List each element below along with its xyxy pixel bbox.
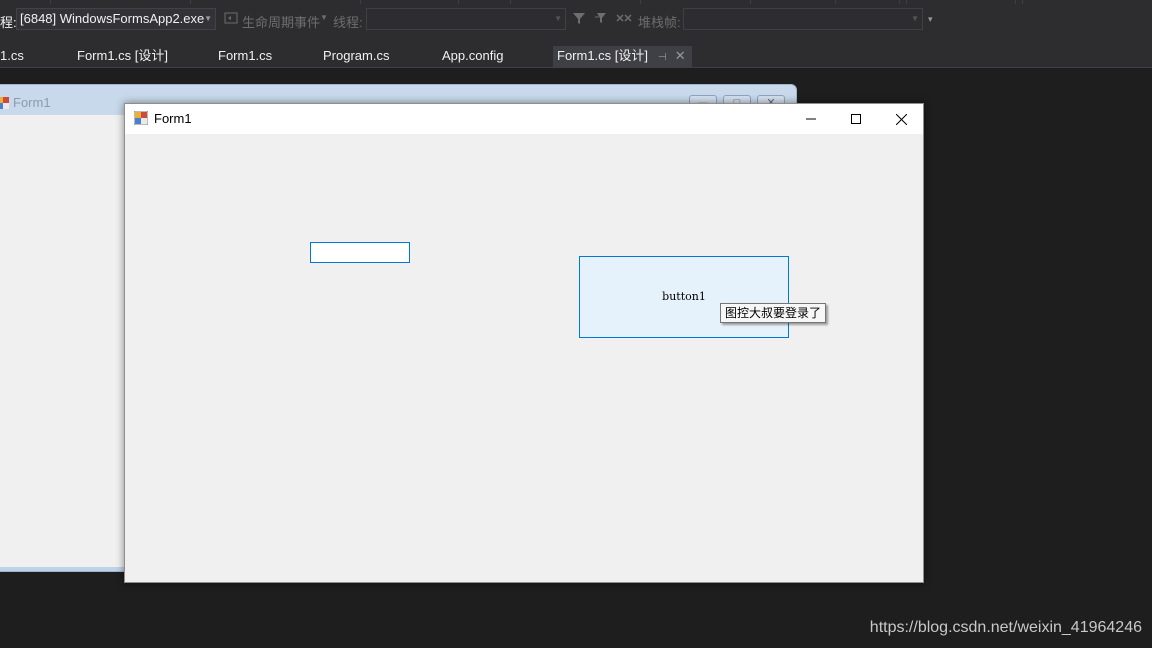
dropdown-arrow-icon: ▼ (204, 14, 212, 23)
minimize-icon (806, 118, 816, 120)
tab-label: 1.cs (0, 48, 24, 63)
close-button[interactable] (878, 104, 924, 134)
process-label: 程: (0, 15, 17, 30)
app-icon (133, 110, 149, 126)
tab-label: Form1.cs [设计] (557, 48, 649, 63)
tab-app-config[interactable]: App.config (442, 46, 503, 68)
watermark: https://blog.csdn.net/weixin_41964246 (869, 619, 1142, 636)
maximize-icon (851, 114, 861, 124)
tab-label: Form1.cs [设计] (77, 48, 169, 63)
form1-titlebar[interactable]: Form1 (125, 104, 923, 134)
thread-label: 线程: (333, 15, 363, 30)
tab-label: Program.cs (323, 48, 390, 63)
tab-program-cs[interactable]: Program.cs (323, 46, 389, 68)
maximize-button[interactable] (833, 104, 879, 134)
stackframe-label: 堆栈帧: (638, 15, 681, 30)
text-input[interactable] (310, 242, 410, 263)
stackframe-dropdown[interactable]: ▼ (683, 8, 923, 30)
tab-form1-designer-active[interactable]: Form1.cs [设计] ⊣ ✕ (553, 46, 692, 68)
tab-form1-cs[interactable]: Form1.cs (218, 46, 272, 68)
thread-dropdown[interactable]: ▼ (366, 8, 566, 30)
lifecycle-icon (224, 11, 238, 28)
toolbar-top-strip (0, 0, 1152, 4)
tab-form1-cs-partial[interactable]: 1.cs (0, 46, 24, 68)
tab-label: App.config (442, 48, 504, 63)
dropdown-arrow-icon: ▼ (320, 13, 328, 22)
button-tooltip: 图控大叔要登录了 (720, 303, 827, 323)
threads-icon[interactable] (616, 11, 632, 28)
process-value: [6848] WindowsFormsApp2.exe (20, 11, 205, 26)
toolbar-overflow-icon[interactable]: ▾ (928, 14, 933, 25)
process-dropdown[interactable]: [6848] WindowsFormsApp2.exe ▼ (16, 8, 216, 30)
app-icon (0, 96, 9, 109)
dropdown-arrow-icon: ▼ (554, 14, 562, 23)
pin-icon[interactable]: ⊣ (658, 52, 667, 63)
document-tab-strip: 1.cs Form1.cs [设计] Form1.cs Program.cs A… (0, 40, 1152, 68)
tab-label: Form1.cs (218, 48, 273, 63)
tab-form1-designer[interactable]: Form1.cs [设计] (77, 46, 168, 68)
form1-window: Form1 button1 图控大叔要登录了 (124, 103, 924, 583)
close-icon[interactable]: ✕ (675, 48, 686, 63)
close-icon (895, 113, 907, 125)
form1-title: Form1 (154, 111, 192, 126)
button1[interactable]: button1 (579, 256, 789, 338)
flag-filter-icon[interactable] (594, 11, 608, 28)
filter-icon[interactable] (572, 11, 586, 28)
debug-toolbar: 程: [6848] WindowsFormsApp2.exe ▼ 生命周期事件 … (0, 0, 1152, 40)
lifecycle-events-button[interactable]: 生命周期事件 (242, 12, 320, 31)
designer-form-title: Form1 (13, 95, 51, 110)
dropdown-arrow-icon: ▼ (911, 14, 919, 23)
minimize-button[interactable] (788, 104, 834, 134)
